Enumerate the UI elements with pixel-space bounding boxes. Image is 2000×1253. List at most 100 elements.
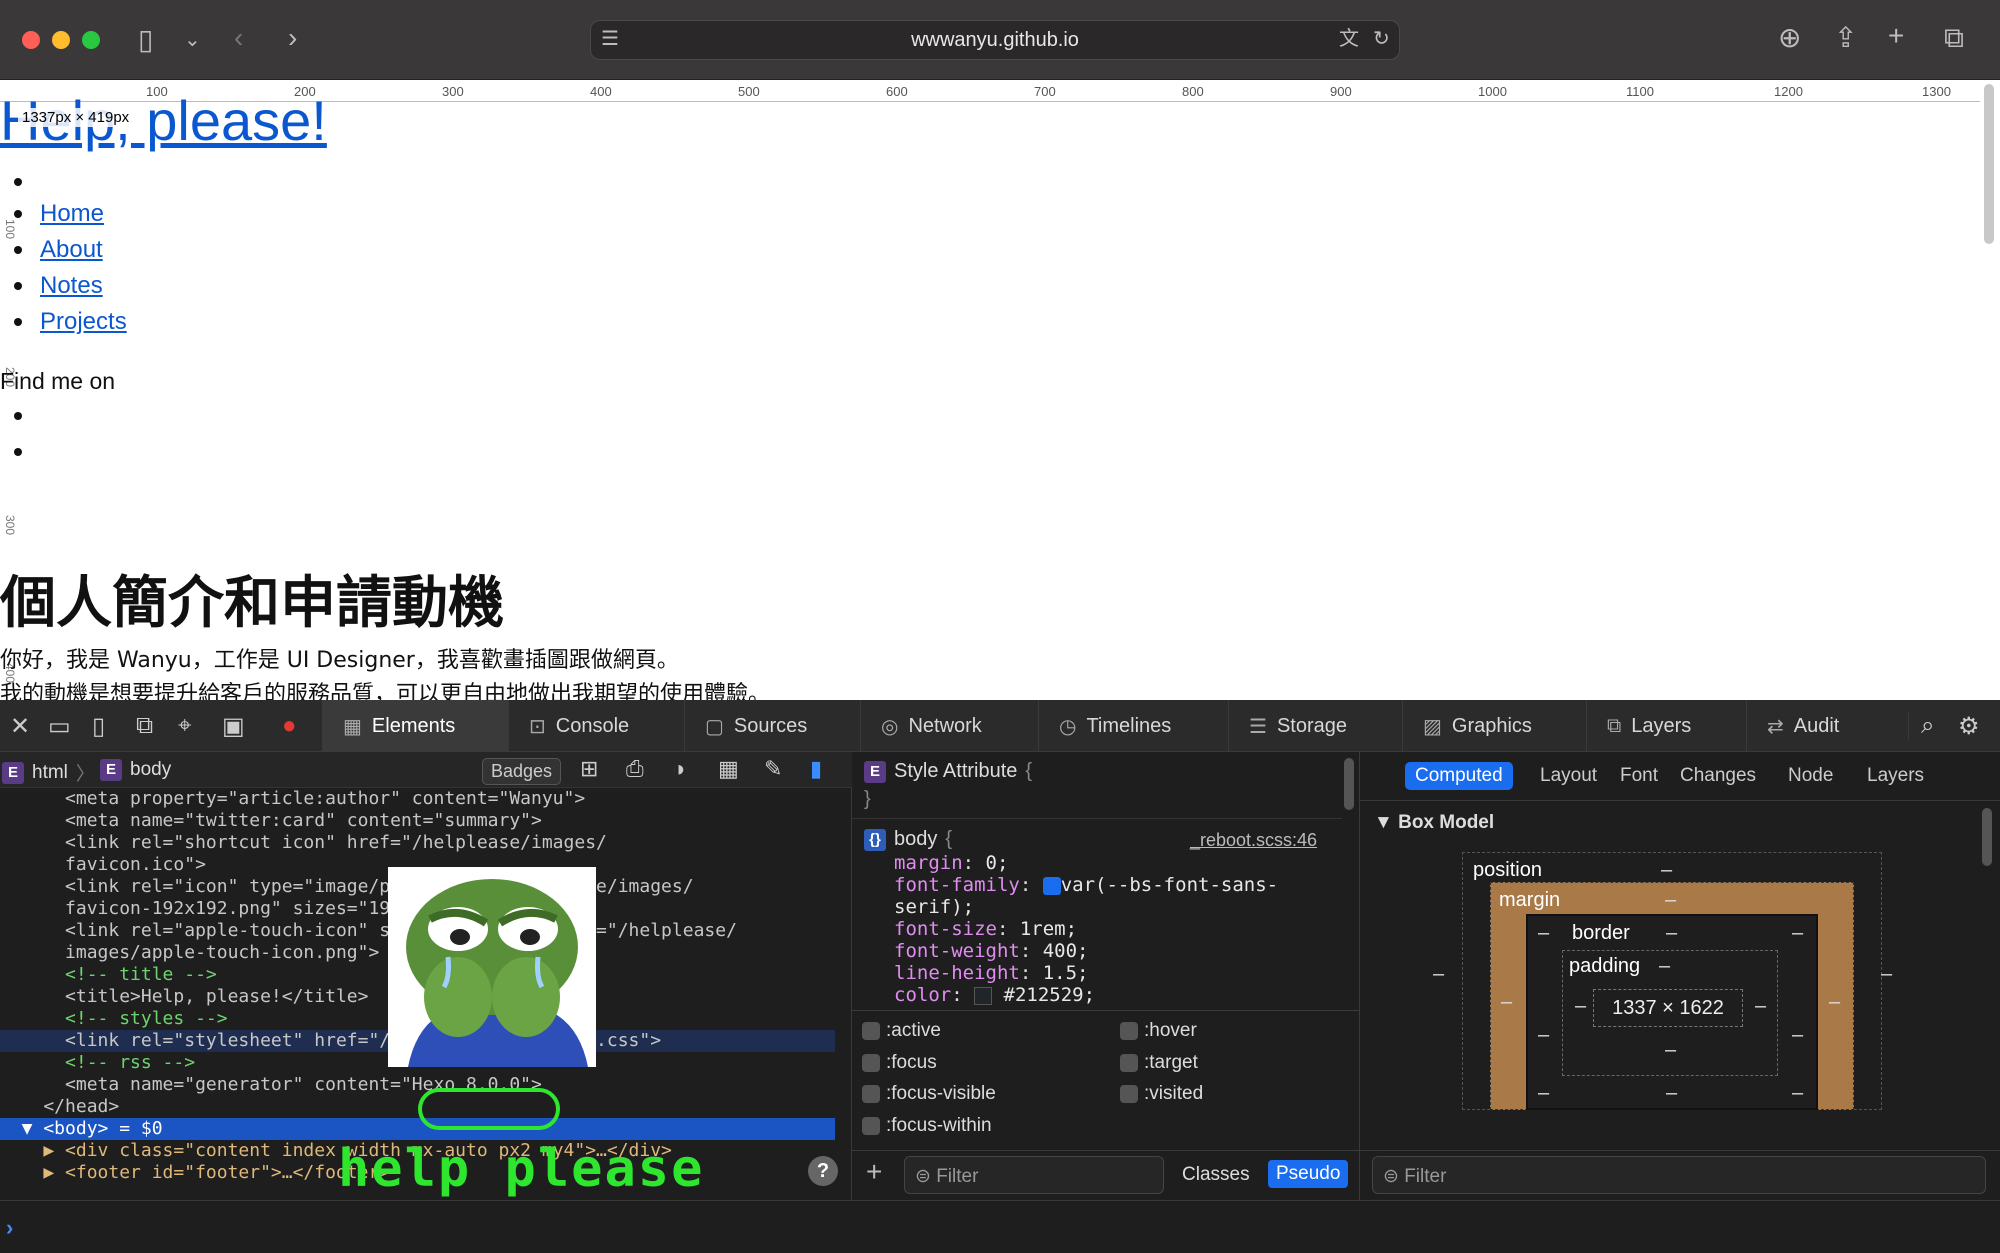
tab-label: Storage — [1276, 714, 1347, 737]
tab-graphics[interactable]: ▨ Graphics — [1402, 700, 1586, 752]
close-inspector-icon[interactable]: ✕ — [10, 712, 30, 741]
classes-button[interactable]: Classes — [1182, 1164, 1250, 1186]
tab-node[interactable]: Node — [1778, 762, 1843, 790]
details-sidebar-icon[interactable]: ▮ — [810, 756, 822, 782]
tab-storage[interactable]: ☰ Storage — [1228, 700, 1402, 752]
rule-source-link[interactable]: _reboot.scss:46 — [1190, 830, 1317, 851]
elements-pane: Ehtml 〉 Ebody Badges ⊞ ⎙ ◑ ▦ ✎ ▮ <meta pr… — [0, 752, 852, 1200]
close-window-button[interactable] — [22, 31, 40, 49]
downloads-icon[interactable]: ⊕ — [1778, 24, 1801, 52]
computed-pane: Computed Layout Font Changes Node Layers… — [1360, 752, 2000, 1200]
dom-line[interactable]: <meta name="twitter:card" content="summa… — [0, 810, 835, 832]
tab-network[interactable]: ◎ Network — [860, 700, 1038, 752]
css-property[interactable]: color: #212529; — [894, 984, 1278, 1006]
address-bar[interactable]: ☰ wwwanyu.github.io 文 ↻ — [590, 20, 1400, 60]
tab-console[interactable]: ⊡ Console — [508, 700, 684, 752]
dock-side-icon[interactable]: ▯ — [92, 712, 105, 741]
tab-layers-detail[interactable]: Layers — [1857, 762, 1934, 790]
ruler-label: 300 — [442, 84, 464, 99]
box-padding: padding – – – – 1337 × 1622 — [1562, 950, 1778, 1076]
help-icon[interactable]: ? — [808, 1156, 838, 1186]
pseudo-focus-within-checkbox[interactable]: :focus-within — [862, 1115, 992, 1137]
badges-button[interactable]: Badges — [482, 758, 562, 785]
computed-scrollbar[interactable] — [1982, 808, 1992, 866]
page-scrollbar[interactable] — [1984, 84, 1994, 244]
tab-layers[interactable]: ⧉ Layers — [1586, 700, 1746, 752]
tab-overview-icon[interactable]: ⧉ — [1944, 24, 1964, 52]
css-property[interactable]: margin: 0; — [894, 852, 1278, 874]
console-prompt[interactable]: › — [0, 1200, 2000, 1253]
forward-icon[interactable]: › — [288, 24, 297, 52]
pseudo-active-checkbox[interactable]: :active — [862, 1020, 941, 1042]
share-icon[interactable]: ⇪ — [1834, 24, 1857, 52]
element-icon: E — [864, 760, 886, 783]
tab-audit[interactable]: ⇄ Audit — [1746, 700, 1900, 752]
nav-link-notes[interactable]: Notes — [40, 272, 103, 300]
styles-scrollbar[interactable] — [1344, 758, 1354, 810]
tab-timelines[interactable]: ◷ Timelines — [1038, 700, 1228, 752]
appearance-icon[interactable]: ◑ — [672, 756, 685, 782]
print-icon[interactable]: ⎙ — [626, 756, 644, 782]
highlight-circle — [418, 1088, 560, 1130]
computed-filter-input[interactable]: ⊜ Filter — [1372, 1156, 1986, 1194]
styles-filter-input[interactable]: ⊜ Filter — [904, 1156, 1164, 1194]
chevron-down-icon[interactable]: ⌄ — [184, 30, 201, 50]
css-property[interactable]: font-weight: 400; — [894, 940, 1278, 962]
device-icon[interactable]: ▣ — [222, 712, 245, 741]
new-tab-icon[interactable]: + — [1888, 22, 1904, 50]
pseudo-focus-visible-checkbox[interactable]: :focus-visible — [862, 1083, 996, 1105]
tab-sources[interactable]: ▢ Sources — [684, 700, 860, 752]
tab-computed[interactable]: Computed — [1405, 762, 1513, 790]
minimize-window-button[interactable] — [52, 31, 70, 49]
layout-icon[interactable]: ▦ — [718, 756, 739, 782]
dom-line[interactable]: <meta property="article:author" content=… — [0, 788, 835, 810]
breadcrumb-html[interactable]: Ehtml 〉 — [2, 759, 95, 786]
browser-toolbar: ▯ ⌄ ‹ › ☰ wwwanyu.github.io 文 ↻ ⊕ ⇪ + ⧉ — [0, 0, 2000, 80]
tab-layout[interactable]: Layout — [1530, 762, 1607, 790]
ruler-label: 1200 — [1774, 84, 1803, 99]
paint-icon[interactable]: ✎ — [764, 756, 782, 782]
reload-icon[interactable]: ↻ — [1373, 29, 1390, 49]
tab-elements[interactable]: ▦ Elements — [322, 700, 508, 752]
tab-label: Sources — [733, 714, 808, 737]
color-swatch — [974, 986, 993, 1005]
pseudo-visited-checkbox[interactable]: :visited — [1120, 1083, 1203, 1105]
dom-line[interactable]: <meta name="generator" content="Hexo 8.0… — [0, 1074, 835, 1096]
translate-icon[interactable]: 文 — [1339, 29, 1359, 49]
search-icon[interactable]: ⌕ — [1908, 712, 1934, 740]
css-property[interactable]: font-family: var(--bs-font-sans- — [894, 874, 1278, 896]
css-property[interactable]: font-size: 1rem; — [894, 918, 1278, 940]
back-icon[interactable]: ‹ — [234, 24, 243, 52]
breadcrumb-label: html — [32, 761, 68, 783]
pseudo-button[interactable]: Pseudo — [1268, 1160, 1349, 1188]
element-picker-icon[interactable]: ⌖ — [178, 712, 192, 740]
breadcrumb-label: body — [130, 759, 172, 780]
gear-icon[interactable]: ⚙ — [1958, 712, 1980, 741]
sources-icon: ▢ — [705, 715, 724, 738]
nav-link-about[interactable]: About — [40, 236, 103, 264]
css-property[interactable]: line-height: 1.5; — [894, 962, 1278, 984]
list-bullet — [14, 412, 22, 420]
grid-overlay-icon[interactable]: ⊞ — [580, 756, 598, 782]
dom-line[interactable]: <link rel="shortcut icon" href="/helplea… — [0, 832, 835, 854]
nav-link-projects[interactable]: Projects — [40, 308, 127, 336]
tab-changes[interactable]: Changes — [1670, 762, 1766, 790]
tab-font[interactable]: Font — [1610, 762, 1668, 790]
box-model-section[interactable]: ▼ Box Model — [1374, 812, 1494, 834]
zoom-window-button[interactable] — [82, 31, 100, 49]
list-bullet — [14, 210, 22, 218]
dock-bottom-icon[interactable]: ▭ — [48, 712, 71, 741]
sidebar-icon[interactable]: ▯ — [138, 26, 153, 54]
pseudo-hover-checkbox[interactable]: :hover — [1120, 1020, 1197, 1042]
pseudo-target-checkbox[interactable]: :target — [1120, 1052, 1198, 1074]
tab-label: Timelines — [1086, 714, 1172, 737]
pseudo-focus-checkbox[interactable]: :focus — [862, 1052, 937, 1074]
find-me-text: Find me on — [0, 368, 116, 394]
breadcrumb-body[interactable]: Ebody — [100, 759, 171, 781]
dom-line-body-selected[interactable]: ▼ <body> = $0 — [0, 1118, 835, 1140]
detach-icon[interactable]: ⧉ — [136, 712, 153, 740]
nav-link-home[interactable]: Home — [40, 200, 104, 228]
help-please-overlay: help please — [338, 1139, 705, 1199]
error-icon[interactable]: ● — [282, 712, 297, 740]
add-rule-icon[interactable]: + — [866, 1156, 882, 1188]
